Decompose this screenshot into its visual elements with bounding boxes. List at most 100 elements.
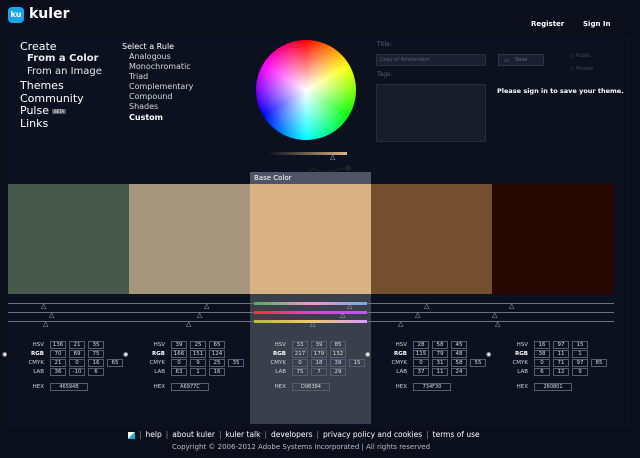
cmyk-m-field[interactable]: 0 [69, 359, 85, 367]
rgb-r-field[interactable]: 38 [534, 350, 550, 358]
hsv-s-field[interactable]: 21 [69, 341, 85, 349]
rgb-g-field[interactable]: 179 [311, 350, 327, 358]
lab-b-field[interactable]: 6 [88, 368, 104, 376]
cmyk-c-field[interactable]: 21 [50, 359, 66, 367]
slider-handle[interactable]: △ [186, 320, 191, 328]
hsv-h-field[interactable]: 136 [50, 341, 66, 349]
slider-handle[interactable]: △ [43, 320, 48, 328]
slider-handle[interactable]: △ [509, 302, 514, 310]
slider-handle[interactable]: △ [204, 302, 209, 310]
cmyk-m-field[interactable]: 18 [311, 359, 327, 367]
slider-handle[interactable]: △ [347, 302, 352, 310]
slider-handle[interactable]: △ [310, 320, 315, 328]
sign-in-link[interactable]: Sign In [583, 20, 610, 28]
hsv-s-field[interactable]: 39 [311, 341, 327, 349]
rule-compound[interactable]: Compound [129, 92, 172, 101]
rgb-r-field[interactable]: 115 [413, 350, 429, 358]
footer-kuler-talk-link[interactable]: kuler talk [225, 430, 260, 439]
color-wheel[interactable] [256, 40, 356, 198]
slider-handle[interactable]: △ [424, 302, 429, 310]
lab-b-field[interactable]: 16 [209, 368, 225, 376]
nav-from-image[interactable]: From an Image [27, 66, 102, 77]
cmyk-c-field[interactable]: 0 [534, 359, 550, 367]
rgb-r-field[interactable]: 217 [292, 350, 308, 358]
cmyk-m-field[interactable]: 31 [432, 359, 448, 367]
title-input[interactable]: Copy of Amsterdam [376, 54, 486, 66]
lab-b-field[interactable]: 29 [330, 368, 346, 376]
footer-about-link[interactable]: about kuler [172, 430, 215, 439]
rule-custom[interactable]: Custom [129, 113, 163, 122]
cmyk-k-field[interactable]: 85 [591, 359, 607, 367]
cmyk-m-field[interactable]: 71 [553, 359, 569, 367]
hex-field[interactable]: A6977C [171, 383, 209, 391]
slider-handle[interactable]: △ [340, 311, 345, 319]
rule-analogous[interactable]: Analogous [129, 52, 171, 61]
cmyk-k-field[interactable]: 15 [349, 359, 365, 367]
kuler-logo-icon[interactable]: ku [8, 7, 24, 23]
nav-pulse[interactable]: Pulse BETA [20, 104, 67, 117]
hex-field[interactable]: 734F30 [413, 383, 451, 391]
cmyk-k-field[interactable]: 35 [228, 359, 244, 367]
hsv-h-field[interactable]: 33 [292, 341, 308, 349]
lab-l-field[interactable]: 75 [292, 368, 308, 376]
brightness-slider-handle[interactable]: △ [330, 153, 335, 161]
saturation-slider-gradient[interactable] [254, 311, 367, 314]
rgb-b-field[interactable]: 75 [88, 350, 104, 358]
cmyk-y-field[interactable]: 16 [88, 359, 104, 367]
cmyk-k-field[interactable]: 65 [107, 359, 123, 367]
hsv-h-field[interactable]: 16 [534, 341, 550, 349]
cmyk-y-field[interactable]: 39 [330, 359, 346, 367]
hsv-v-field[interactable]: 35 [88, 341, 104, 349]
slider-handle[interactable]: △ [41, 302, 46, 310]
swatch-2[interactable] [129, 184, 250, 294]
hsv-h-field[interactable]: 39 [171, 341, 187, 349]
hsv-s-field[interactable]: 25 [190, 341, 206, 349]
wheel-handle[interactable] [345, 165, 351, 171]
swatch-1[interactable] [8, 184, 129, 294]
slider-handle[interactable]: △ [415, 311, 420, 319]
app-name[interactable]: kuler [29, 6, 69, 22]
hsv-s-field[interactable]: 58 [432, 341, 448, 349]
cmyk-k-field[interactable]: 55 [470, 359, 486, 367]
lab-a-field[interactable]: 1 [190, 368, 206, 376]
lab-l-field[interactable]: 36 [50, 368, 66, 376]
swatch-5[interactable] [492, 184, 614, 294]
hex-field[interactable]: 260801 [534, 383, 572, 391]
kuler-small-icon[interactable] [128, 431, 135, 439]
rgb-b-field[interactable]: 1 [572, 350, 588, 358]
footer-privacy-link[interactable]: privacy policy and cookies [323, 430, 422, 439]
cmyk-c-field[interactable]: 0 [413, 359, 429, 367]
footer-developers-link[interactable]: developers [271, 430, 312, 439]
tags-input[interactable] [376, 84, 486, 142]
rgb-g-field[interactable]: 79 [432, 350, 448, 358]
rgb-g-field[interactable]: 151 [190, 350, 206, 358]
hsv-v-field[interactable]: 15 [572, 341, 588, 349]
rgb-r-field[interactable]: 70 [50, 350, 66, 358]
register-link[interactable]: Register [531, 20, 564, 28]
rule-monochromatic[interactable]: Monochromatic [129, 62, 191, 71]
swatch-3[interactable] [250, 184, 371, 294]
rule-complementary[interactable]: Complementary [129, 82, 193, 91]
rgb-b-field[interactable]: 48 [451, 350, 467, 358]
lab-l-field[interactable]: 63 [171, 368, 187, 376]
cmyk-c-field[interactable]: 0 [292, 359, 308, 367]
rgb-b-field[interactable]: 132 [330, 350, 346, 358]
lab-b-field[interactable]: 9 [572, 368, 588, 376]
nav-create[interactable]: Create [20, 40, 57, 53]
nav-themes[interactable]: Themes [20, 79, 64, 92]
footer-terms-link[interactable]: terms of use [433, 430, 480, 439]
hsv-h-field[interactable]: 28 [413, 341, 429, 349]
slider-handle[interactable]: △ [197, 311, 202, 319]
cmyk-y-field[interactable]: 25 [209, 359, 225, 367]
rgb-g-field[interactable]: 11 [553, 350, 569, 358]
rgb-mode-radio[interactable]: ◉ [486, 351, 491, 358]
rgb-mode-radio[interactable]: ◉ [123, 351, 128, 358]
nav-links[interactable]: Links [20, 117, 48, 130]
private-radio[interactable]: ○ Private [570, 66, 593, 72]
lab-b-field[interactable]: 24 [451, 368, 467, 376]
hex-field[interactable]: 46594B [50, 383, 88, 391]
lab-l-field[interactable]: 37 [413, 368, 429, 376]
rule-shades[interactable]: Shades [129, 102, 158, 111]
public-radio[interactable]: ○ Public [570, 53, 591, 59]
swatch-4[interactable] [371, 184, 492, 294]
